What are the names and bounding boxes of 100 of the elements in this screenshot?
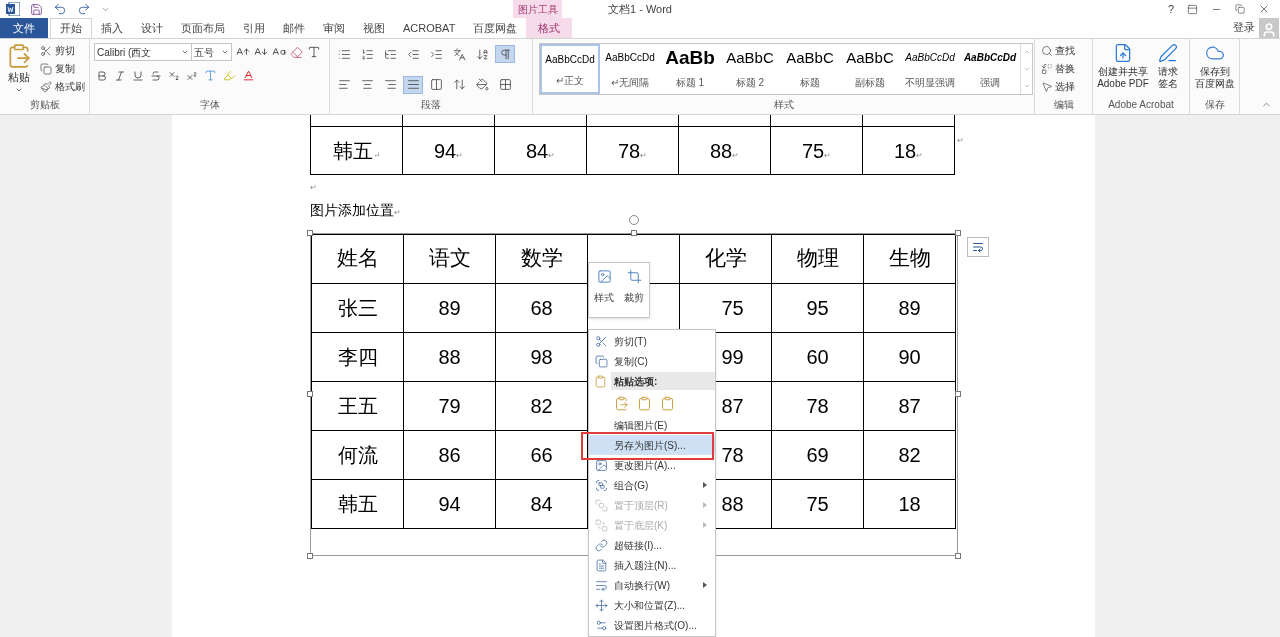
clear-format-icon[interactable] <box>290 45 303 59</box>
clipboard-button[interactable]: 复制 <box>40 61 85 76</box>
pilcrow-button[interactable] <box>495 45 515 63</box>
word-logo-icon[interactable] <box>6 2 20 16</box>
table-cell: 75↵ <box>771 127 863 175</box>
resize-handle[interactable] <box>307 230 313 236</box>
ribbon-tab[interactable]: 插入 <box>92 18 132 38</box>
clipboard-icon[interactable] <box>593 374 607 388</box>
align-center-icon <box>360 78 374 91</box>
ribbon-tab[interactable]: 百度网盘 <box>464 18 527 38</box>
table-cell: 75 <box>772 480 864 529</box>
table-cell: 物理 <box>772 235 864 284</box>
clipboard-button[interactable]: 剪切 <box>40 43 85 58</box>
table-cell: 78↵ <box>587 127 679 175</box>
menu-item[interactable]: 超链接(I)... <box>589 535 715 555</box>
clipboard-button[interactable]: 格式刷 <box>40 79 85 94</box>
ribbon-tab[interactable]: 开始 <box>50 18 92 38</box>
group-icon <box>595 478 608 492</box>
ribbon-tab[interactable]: 邮件 <box>274 18 314 38</box>
style-item[interactable]: AaBb 标题 1 <box>660 44 720 94</box>
style-item[interactable]: AaBbC 副标题 <box>840 44 900 94</box>
resize-handle[interactable] <box>631 230 637 236</box>
paint-bucket-icon <box>475 78 489 91</box>
table-cell: 18↵ <box>863 127 955 175</box>
table-cell: 姓名 <box>312 235 404 284</box>
style-item[interactable]: AaBbCcDd 不明显强调 <box>900 44 960 94</box>
table-cell: 89 <box>864 284 956 333</box>
menu-item[interactable]: 自动换行(W) <box>589 575 715 595</box>
resize-handle[interactable] <box>307 391 313 397</box>
table-cell: 生物 <box>864 235 956 284</box>
save-to-cloud-button[interactable]: 保存到 百度网盘 <box>1194 43 1235 98</box>
bold-icon[interactable] <box>96 69 108 82</box>
acrobat-button[interactable]: 请求 签名 <box>1155 43 1181 98</box>
style-item[interactable]: AaBbC 标题 2 <box>720 44 780 94</box>
menu-item[interactable]: 大小和位置(Z)... <box>589 595 715 615</box>
scissors-icon <box>595 334 608 348</box>
font-size-field[interactable]: 五号 <box>192 43 232 61</box>
ribbon-display-icon[interactable] <box>1187 3 1198 15</box>
copy-icon <box>595 354 608 368</box>
editing-button[interactable]: 替换 <box>1041 61 1075 76</box>
style-item[interactable]: AaBbCcDd 强调 <box>960 44 1020 94</box>
pointer-icon <box>1041 80 1053 93</box>
italic-icon[interactable] <box>114 69 126 82</box>
mini-toolbar-button[interactable]: 裁剪 <box>624 269 644 317</box>
underline-icon[interactable] <box>132 69 144 82</box>
ribbon-tab[interactable]: 引用 <box>234 18 274 38</box>
style-item[interactable]: AaBbC 标题 <box>780 44 840 94</box>
sign-in-link[interactable]: 登录 <box>1233 18 1255 35</box>
close-icon[interactable] <box>1258 3 1270 15</box>
subscript-icon[interactable] <box>168 69 180 82</box>
ribbon-tab[interactable]: 设计 <box>132 18 172 38</box>
paste-keep-format-icon[interactable] <box>614 395 629 411</box>
acrobat-button[interactable]: 创建并共享 Adobe PDF <box>1097 43 1149 98</box>
resize-handle[interactable] <box>955 391 961 397</box>
paintbrush-icon <box>40 80 52 93</box>
ribbon-tab[interactable]: ACROBAT <box>394 18 465 38</box>
justify-button[interactable] <box>403 75 423 94</box>
menu-item[interactable]: 另存为图片(S)... <box>589 435 715 455</box>
ribbon-tab[interactable]: 审阅 <box>314 18 354 38</box>
mini-toolbar-button[interactable]: 样式 <box>594 269 614 317</box>
table-cell: 94 <box>404 480 496 529</box>
ribbon-tab[interactable]: 文件 <box>0 18 48 38</box>
caret-icon <box>181 48 189 56</box>
help-button[interactable]: ? <box>1167 0 1174 18</box>
table-cell: 60 <box>772 333 864 382</box>
editing-button[interactable]: 查找 <box>1041 43 1075 58</box>
style-item[interactable]: AaBbCcDd ↵正文 <box>540 44 600 94</box>
layout-options-icon[interactable] <box>967 237 989 257</box>
paste-button[interactable]: 粘贴 <box>4 43 34 98</box>
strikethrough-icon[interactable] <box>150 69 162 82</box>
menu-item[interactable]: 插入题注(N)... <box>589 555 715 575</box>
ribbon-tab[interactable]: 格式 <box>526 18 573 38</box>
style-item[interactable]: AaBbCcDd ↵无间隔 <box>600 44 660 94</box>
menu-item[interactable]: 设置图片格式(O)... <box>589 615 715 635</box>
paste-text-only-icon[interactable] <box>660 395 675 411</box>
undo-icon[interactable] <box>53 2 67 16</box>
multilevel-list-icon <box>383 47 397 61</box>
font-color-icon[interactable] <box>242 69 255 82</box>
rotate-handle[interactable] <box>629 215 639 225</box>
numbered-list-icon <box>360 47 374 61</box>
font-name-field[interactable]: Calibri (西文 <box>94 43 192 61</box>
align-right-icon <box>383 78 397 91</box>
ribbon-tab[interactable]: 页面布局 <box>172 18 234 38</box>
save-icon[interactable] <box>30 2 43 16</box>
table-cell: 张三 <box>312 284 404 333</box>
editing-button[interactable]: 选择 <box>1041 79 1075 94</box>
text-effect-icon[interactable] <box>204 69 217 82</box>
table-cell: 78 <box>772 382 864 431</box>
redo-icon[interactable] <box>77 2 91 16</box>
resize-handle[interactable] <box>955 230 961 236</box>
table-cell: 95 <box>772 284 864 333</box>
table-cell: 王五 <box>312 382 404 431</box>
group-label: 编辑 <box>1053 98 1074 112</box>
superscript-icon[interactable] <box>186 69 198 82</box>
ribbon-tab[interactable]: 视图 <box>354 18 394 38</box>
paste-merge-icon[interactable] <box>637 395 652 411</box>
restore-icon[interactable] <box>1235 4 1245 14</box>
char-border-icon[interactable] <box>307 45 321 59</box>
resize-handle[interactable] <box>307 553 313 559</box>
resize-handle[interactable] <box>955 553 961 559</box>
